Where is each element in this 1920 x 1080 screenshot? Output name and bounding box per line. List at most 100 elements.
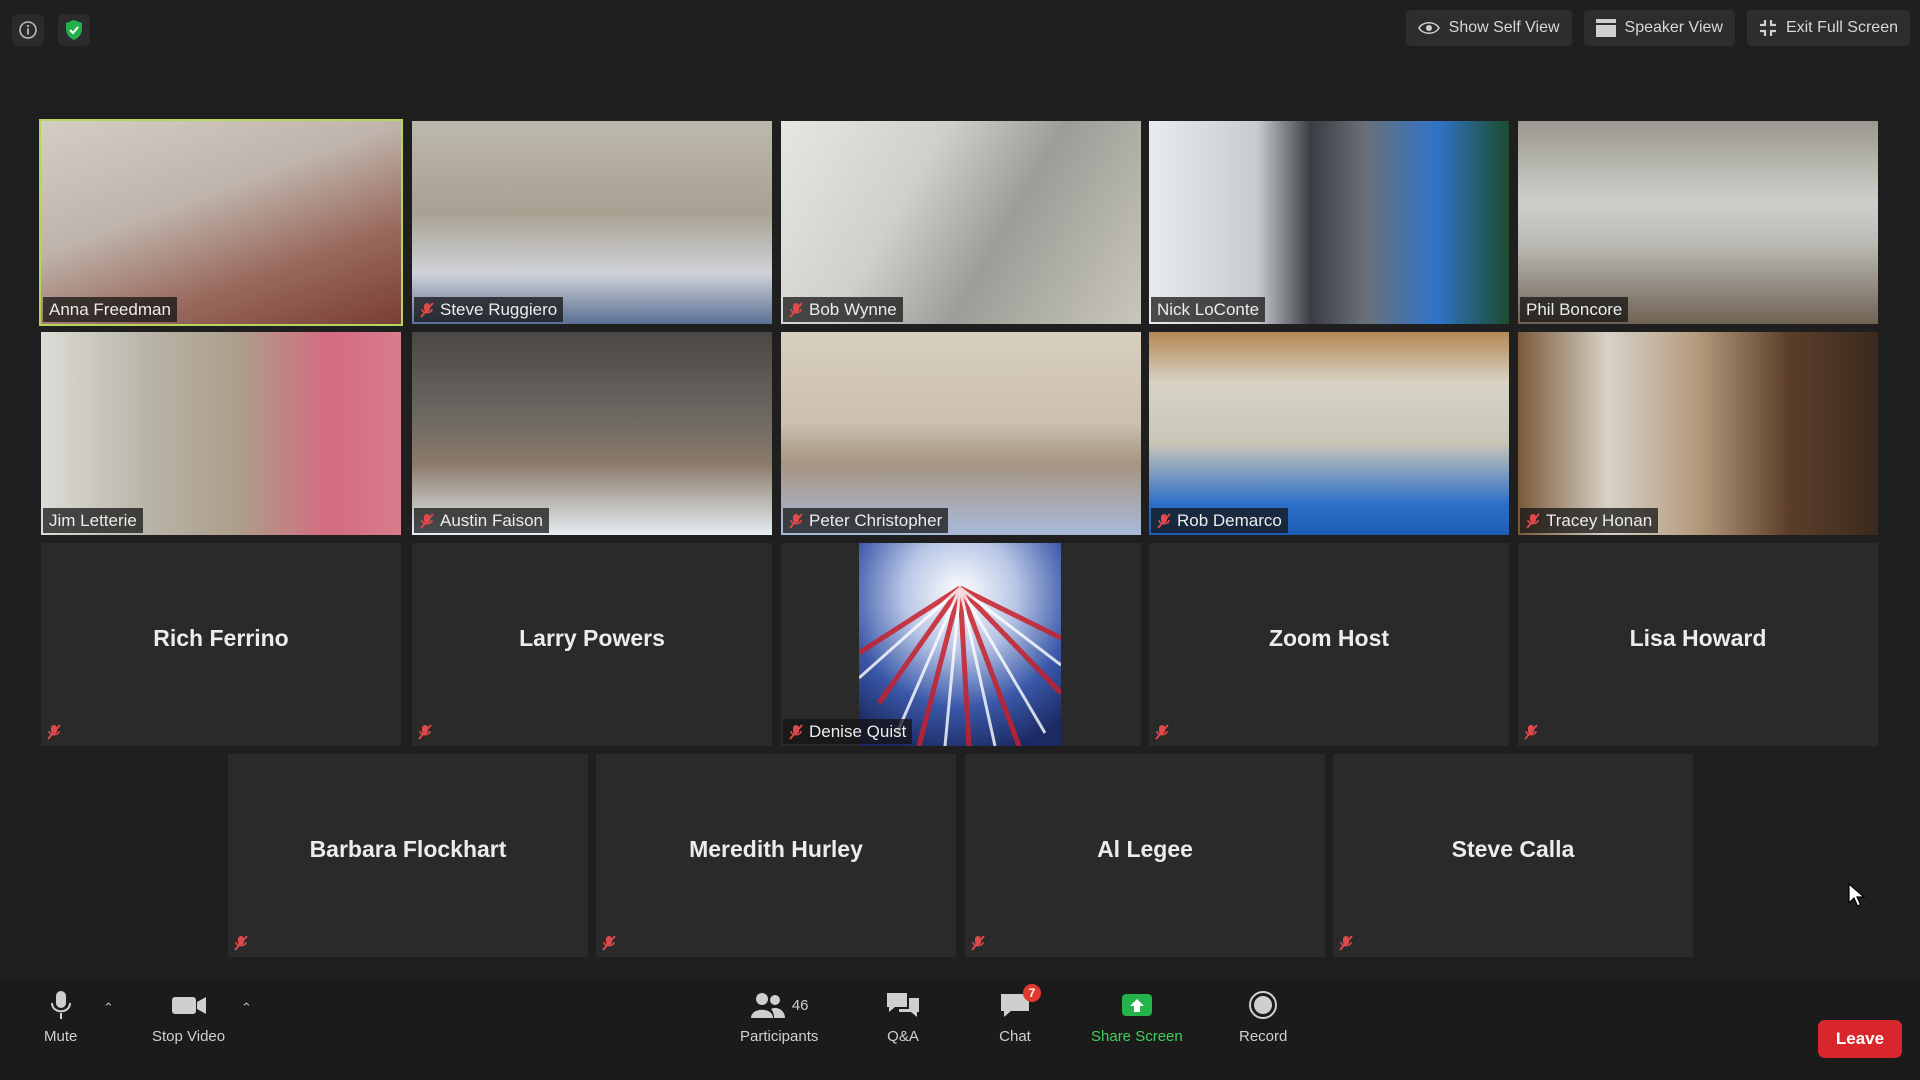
eye-icon bbox=[1417, 22, 1440, 34]
participant-name: Rob Demarco bbox=[1177, 511, 1282, 530]
participant-video bbox=[412, 121, 772, 324]
muted-mic-icon bbox=[1155, 724, 1169, 740]
chat-icon-wrap: 7 bbox=[999, 984, 1041, 1020]
info-icon[interactable] bbox=[12, 14, 44, 46]
participant-video bbox=[41, 121, 401, 324]
video-tile-jim-letterie[interactable]: Jim Letterie bbox=[41, 332, 401, 535]
participant-name: Nick LoConte bbox=[1157, 300, 1260, 319]
video-tile-austin-faison[interactable]: Austin Faison bbox=[412, 332, 772, 535]
security-shield-icon[interactable] bbox=[58, 14, 90, 46]
participant-video bbox=[781, 332, 1141, 535]
record-button[interactable]: Record bbox=[1239, 990, 1287, 1045]
participant-name: Jim Letterie bbox=[49, 511, 137, 530]
muted-mic-icon bbox=[420, 302, 434, 318]
exit-full-screen-button[interactable]: Exit Full Screen bbox=[1746, 10, 1910, 46]
video-tile-nick-loconte[interactable]: Nick LoConte bbox=[1149, 121, 1509, 324]
name-label: Jim Letterie bbox=[43, 508, 143, 533]
top-left-icons bbox=[12, 14, 90, 46]
participant-name: Barbara Flockhart bbox=[309, 836, 507, 862]
mouse-cursor-icon bbox=[1848, 883, 1866, 907]
show-self-view-button[interactable]: Show Self View bbox=[1405, 10, 1572, 46]
audio-tile-lisa-howard[interactable]: Lisa Howard bbox=[1518, 543, 1878, 746]
participant-video bbox=[41, 332, 401, 535]
name-label: Denise Quist bbox=[783, 719, 913, 744]
muted-mic-icon bbox=[789, 302, 803, 318]
participants-icon bbox=[750, 993, 785, 1018]
participant-name: Al Legee bbox=[1097, 836, 1193, 862]
qa-icon bbox=[887, 993, 919, 1017]
muted-mic-icon bbox=[1157, 513, 1171, 529]
share-screen-icon bbox=[1121, 994, 1152, 1016]
speaker-view-icon bbox=[1595, 19, 1616, 37]
name-label: Bob Wynne bbox=[783, 297, 903, 322]
american-flag-avatar bbox=[859, 543, 1061, 746]
participant-name: Steve Ruggiero bbox=[440, 300, 558, 319]
participant-name: Denise Quist bbox=[809, 722, 907, 741]
video-tile-tracey-honan[interactable]: Tracey Honan bbox=[1518, 332, 1878, 535]
participant-name: Bob Wynne bbox=[809, 300, 897, 319]
participant-video bbox=[412, 332, 772, 535]
video-tile-steve-ruggiero[interactable]: Steve Ruggiero bbox=[412, 121, 772, 324]
participant-name: Peter Christopher bbox=[809, 511, 943, 530]
muted-mic-icon bbox=[1526, 513, 1540, 529]
audio-tile-al-legee[interactable]: Al Legee bbox=[965, 754, 1325, 957]
video-tile-peter-christopher[interactable]: Peter Christopher bbox=[781, 332, 1141, 535]
qa-button[interactable]: Q&A bbox=[885, 990, 921, 1045]
audio-tile-rich-ferrino[interactable]: Rich Ferrino bbox=[41, 543, 401, 746]
view-controls: Show Self View Speaker View Exit Full Sc… bbox=[1405, 10, 1910, 46]
exit-full-screen-icon bbox=[1759, 20, 1776, 36]
meeting-toolbar: Mute ⌃ Stop Video ⌃ 46 Participants Q&A … bbox=[0, 980, 1920, 1080]
participant-name: Austin Faison bbox=[440, 511, 543, 530]
participant-name: Steve Calla bbox=[1451, 836, 1575, 862]
video-tile-anna-freedman[interactable]: Anna Freedman bbox=[39, 119, 403, 326]
muted-mic-icon bbox=[1339, 935, 1353, 951]
participant-name: Tracey Honan bbox=[1546, 511, 1653, 530]
audio-tile-denise-quist[interactable]: Denise Quist bbox=[781, 543, 1141, 746]
muted-mic-icon bbox=[789, 724, 803, 740]
participant-video bbox=[1518, 332, 1878, 535]
speaker-view-button[interactable]: Speaker View bbox=[1583, 10, 1735, 46]
participant-name: Larry Powers bbox=[519, 625, 665, 651]
participant-video bbox=[781, 121, 1141, 324]
audio-tile-barbara-flockhart[interactable]: Barbara Flockhart bbox=[228, 754, 588, 957]
chat-button[interactable]: 7 Chat bbox=[999, 984, 1041, 1045]
muted-mic-icon bbox=[47, 724, 61, 740]
name-label: Anna Freedman bbox=[43, 297, 177, 322]
participant-name: Rich Ferrino bbox=[153, 625, 289, 651]
video-tile-rob-demarco[interactable]: Rob Demarco bbox=[1149, 332, 1509, 535]
mute-button[interactable]: Mute bbox=[44, 990, 77, 1045]
audio-tile-steve-calla[interactable]: Steve Calla bbox=[1333, 754, 1693, 957]
record-label: Record bbox=[1239, 1028, 1288, 1045]
show-self-view-label: Show Self View bbox=[1448, 19, 1560, 36]
name-label: Peter Christopher bbox=[783, 508, 949, 533]
video-options-caret-icon[interactable]: ⌃ bbox=[241, 1000, 252, 1016]
speaker-view-label: Speaker View bbox=[1624, 19, 1723, 36]
participants-button[interactable]: 46 Participants bbox=[740, 990, 818, 1045]
mute-label: Mute bbox=[44, 1028, 78, 1045]
stop-video-button[interactable]: Stop Video bbox=[152, 990, 225, 1045]
participant-name: Zoom Host bbox=[1268, 625, 1390, 651]
participant-video bbox=[1149, 332, 1509, 535]
muted-mic-icon bbox=[418, 724, 432, 740]
qa-label: Q&A bbox=[887, 1028, 919, 1045]
muted-mic-icon bbox=[234, 935, 248, 951]
name-label: Austin Faison bbox=[414, 508, 549, 533]
name-label: Tracey Honan bbox=[1520, 508, 1659, 533]
participant-name: Phil Boncore bbox=[1526, 300, 1623, 319]
muted-mic-icon bbox=[602, 935, 616, 951]
muted-mic-icon bbox=[971, 935, 985, 951]
participant-video bbox=[1518, 121, 1878, 324]
audio-tile-zoom-host[interactable]: Zoom Host bbox=[1149, 543, 1509, 746]
share-screen-button[interactable]: Share Screen bbox=[1091, 990, 1183, 1045]
audio-tile-larry-powers[interactable]: Larry Powers bbox=[412, 543, 772, 746]
audio-tile-meredith-hurley[interactable]: Meredith Hurley bbox=[596, 754, 956, 957]
stop-video-label: Stop Video bbox=[152, 1028, 226, 1045]
participants-icon-group: 46 bbox=[750, 990, 809, 1020]
video-tile-bob-wynne[interactable]: Bob Wynne bbox=[781, 121, 1141, 324]
video-camera-icon bbox=[171, 997, 206, 1014]
name-label: Steve Ruggiero bbox=[414, 297, 564, 322]
leave-meeting-button[interactable]: Leave bbox=[1818, 1020, 1902, 1058]
participant-name: Anna Freedman bbox=[49, 300, 171, 319]
video-tile-phil-boncore[interactable]: Phil Boncore bbox=[1518, 121, 1878, 324]
audio-options-caret-icon[interactable]: ⌃ bbox=[103, 1000, 114, 1016]
